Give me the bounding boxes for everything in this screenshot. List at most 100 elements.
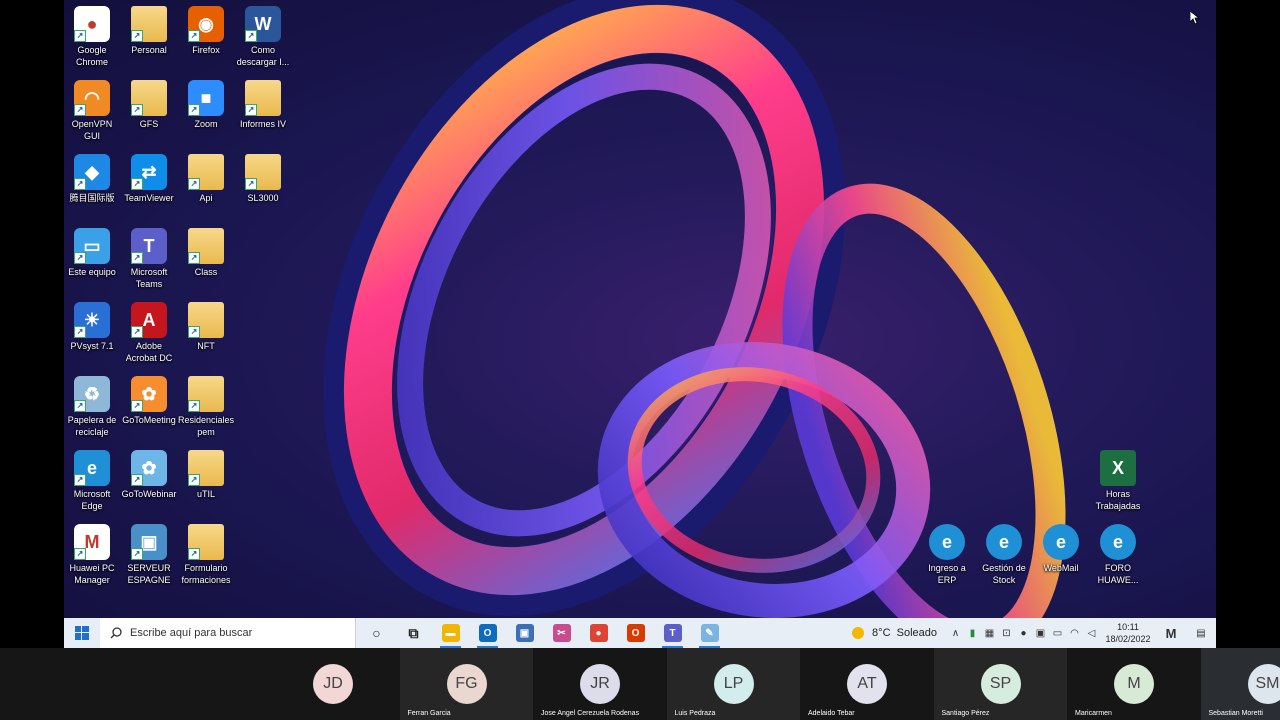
network-computer-icon: ▣ ↗ (131, 524, 167, 560)
desktop-icon[interactable]: A ↗ Adobe Acrobat DC (120, 298, 178, 364)
folder-icon: ↗ (245, 80, 281, 116)
desktop-icon[interactable]: ↗ SL3000 (234, 150, 292, 204)
desktop-icon[interactable]: ✿ ↗ GoToMeeting (120, 372, 178, 426)
participant-tile[interactable]: M Maricarmen (1067, 648, 1200, 720)
participant-name: Sebastian Moretti (1208, 710, 1263, 717)
desktop-icon[interactable]: X Horas Trabajadas (1089, 446, 1147, 512)
taskbar-app[interactable]: ⧉ (395, 618, 432, 648)
desktop-icon[interactable]: e Gestión de Stock (975, 520, 1033, 586)
desktop-icon[interactable]: W ↗ Como descargar I... (234, 2, 292, 68)
desktop-icon-label: Papelera de reciclaje (67, 415, 117, 437)
participant-name: Adelaido Tebar (808, 710, 855, 717)
app-icon: ◆ ↗ (74, 154, 110, 190)
desktop-icon[interactable]: ☀ ↗ PVsyst 7.1 (64, 298, 121, 352)
shortcut-arrow-icon: ↗ (74, 326, 86, 338)
taskbar-app[interactable]: ▬ (432, 618, 469, 648)
microphone-icon[interactable]: ● (1015, 618, 1032, 648)
taskbar-app[interactable]: O (617, 618, 654, 648)
desktop-icon[interactable]: M ↗ Huawei PC Manager (64, 520, 121, 586)
shortcut-arrow-icon: ↗ (131, 400, 143, 412)
weather-text[interactable]: 8°C Soleado (872, 627, 937, 639)
desktop-icon[interactable]: T ↗ Microsoft Teams (120, 224, 178, 290)
desktop-icon[interactable]: ↗ uTIL (177, 446, 235, 500)
gotowebinar-icon: ✿ ↗ (131, 450, 167, 486)
snipping-icon: ✂ (552, 624, 571, 642)
teams-icon: T (663, 624, 682, 642)
desktop-icon-label: Formulario formaciones (181, 563, 231, 585)
participant-tile[interactable]: SP Santiago Pérez (933, 648, 1067, 720)
desktop-icon-label: WebMail (1043, 563, 1079, 573)
taskbar-app[interactable]: T (654, 618, 691, 648)
desktop-icon-label: Google Chrome (75, 45, 108, 67)
shortcut-arrow-icon: ↗ (74, 30, 86, 42)
shortcut-arrow-icon: ↗ (188, 548, 200, 560)
shortcut-arrow-icon: ↗ (188, 104, 200, 116)
shortcut-arrow-icon: ↗ (74, 178, 86, 190)
participant-name: Santiago Pérez (941, 710, 990, 717)
desktop-icon[interactable]: ▭ ↗ Este equipo (64, 224, 121, 278)
desktop-icon[interactable]: ↗ Api (177, 150, 235, 204)
desktop-icon[interactable]: ↗ Residenciales pem (177, 372, 235, 438)
desktop-icon[interactable]: e WebMail (1032, 520, 1090, 574)
wifi-icon[interactable]: ◠ (1066, 618, 1083, 648)
desktop-icon-label: GoToMeeting (122, 415, 176, 425)
desktop-icon[interactable]: e Ingreso a ERP (918, 520, 976, 586)
taskbar-app[interactable]: ○ (358, 618, 395, 648)
participant-tile[interactable]: FG Ferran Garcia (399, 648, 533, 720)
desktop-icon[interactable]: ● ↗ Google Chrome (64, 2, 121, 68)
notifications-icon[interactable]: ▤ (1186, 618, 1216, 648)
desktop-icon-label: TeamViewer (124, 193, 174, 203)
shortcut-arrow-icon: ↗ (74, 474, 86, 486)
tray-app-icon[interactable]: ▮ (964, 618, 981, 648)
shortcut-arrow-icon: ↗ (131, 252, 143, 264)
chevron-up-icon[interactable]: ∧ (947, 618, 964, 648)
network-app-icon: ▣ (515, 624, 534, 642)
desktop-icon[interactable]: ↗ NFT (177, 298, 235, 352)
desktop-icon[interactable]: e FORO HUAWE... (1089, 520, 1147, 586)
desktop-icon[interactable]: ↗ Formulario formaciones (177, 520, 235, 586)
volume-icon[interactable]: ◁ (1083, 618, 1100, 648)
taskbar-apps: ○ ⧉ ▬ O ▣ ✂ ● O T ✎ (358, 618, 728, 648)
tray-window-icon[interactable]: ▣ (1032, 618, 1049, 648)
participant-tile[interactable]: SM Sebastian Moretti (1200, 648, 1280, 720)
desktop-icon[interactable]: ◆ ↗ 腾目国际版 (64, 150, 121, 204)
desktop-icon[interactable]: ■ ↗ Zoom (177, 76, 235, 130)
participant-tile[interactable]: AT Adelaido Tebar (800, 648, 933, 720)
desktop-icon[interactable]: ✿ ↗ GoToWebinar (120, 446, 178, 500)
taskbar-app[interactable]: ✂ (543, 618, 580, 648)
participant-tile[interactable]: JD (266, 648, 399, 720)
taskbar-search-box[interactable]: Escribe aquí para buscar (100, 618, 356, 648)
edge-icon: e (929, 524, 965, 560)
battery-icon[interactable]: ▭ (1049, 618, 1066, 648)
desktop-icon[interactable]: ◉ ↗ Firefox (177, 2, 235, 56)
taskbar-clock[interactable]: 10:11 18/02/2022 (1100, 621, 1156, 645)
desktop-icon[interactable]: ♻ ↗ Papelera de reciclaje (64, 372, 121, 438)
file-explorer-icon: ▬ (441, 624, 460, 642)
tray-device-icon[interactable]: ▦ (981, 618, 998, 648)
participant-tile[interactable]: JR Jose Angel Cerezuela Rodenas (533, 648, 666, 720)
shared-screen: ● ↗ Google Chrome ↗ Personal ◉ ↗ Firefox W ↗ Como … (64, 0, 1216, 648)
tray-usb-icon[interactable]: ⊡ (998, 618, 1015, 648)
gotomeeting-icon: ✿ ↗ (131, 376, 167, 412)
recycle-bin-icon: ♻ ↗ (74, 376, 110, 412)
desktop-icon[interactable]: ↗ Informes IV (234, 76, 292, 130)
avatar: LP (713, 664, 754, 704)
desktop-icon[interactable]: ↗ Personal (120, 2, 178, 56)
desktop-icon-label: Huawei PC Manager (69, 563, 115, 585)
taskbar-app[interactable]: ● (580, 618, 617, 648)
desktop-icon[interactable]: ↗ GFS (120, 76, 178, 130)
task-view-icon: ⧉ (408, 624, 419, 641)
desktop-icon[interactable]: ↗ Class (177, 224, 235, 278)
huawei-tray-icon[interactable]: M (1156, 618, 1186, 648)
taskbar-app[interactable]: O (469, 618, 506, 648)
desktop-icon[interactable]: ▣ ↗ SERVEUR ESPAGNE (120, 520, 178, 586)
desktop-icon[interactable]: e ↗ Microsoft Edge (64, 446, 121, 512)
participant-tile[interactable]: LP Luis Pedraza (666, 648, 800, 720)
avatar: SP (980, 664, 1021, 704)
desktop-icon[interactable]: ◠ ↗ OpenVPN GUI (64, 76, 121, 142)
desktop-icon-label: Microsoft Teams (130, 267, 168, 289)
taskbar-app[interactable]: ▣ (506, 618, 543, 648)
desktop-icon[interactable]: ⇄ ↗ TeamViewer (120, 150, 178, 204)
taskbar-app[interactable]: ✎ (691, 618, 728, 648)
start-button[interactable] (64, 618, 100, 648)
